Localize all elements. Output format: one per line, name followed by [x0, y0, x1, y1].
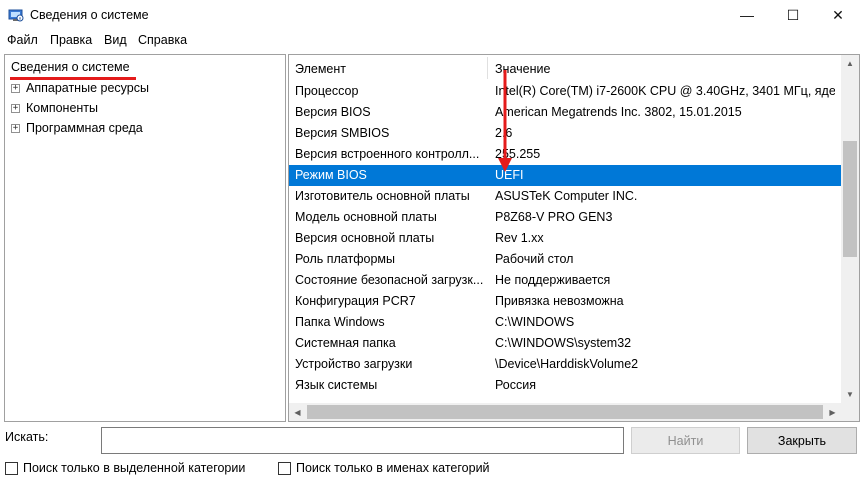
checkbox[interactable] [5, 461, 18, 475]
row-item: Процессор [295, 84, 359, 98]
menu-file[interactable]: Файл [7, 33, 38, 47]
scroll-right-icon[interactable]: ▶ [824, 403, 841, 421]
menu-edit[interactable]: Правка [50, 33, 92, 47]
row-value: ASUSTeK Computer INC. [495, 189, 638, 203]
row-value: Не поддерживается [495, 273, 611, 287]
row-value: Рабочий стол [495, 252, 574, 266]
table-row[interactable]: Роль платформы Рабочий стол [289, 249, 841, 270]
row-item: Роль платформы [295, 252, 395, 266]
vertical-scrollbar[interactable]: ▲ ▼ [841, 55, 859, 403]
table-row[interactable]: Модель основной платы P8Z68-V PRO GEN3 [289, 207, 841, 228]
row-value: C:\WINDOWS\system32 [495, 336, 632, 350]
row-item: Версия BIOS [295, 105, 371, 119]
table-row[interactable]: Папка Windows C:\WINDOWS [289, 312, 841, 333]
row-item: Системная папка [295, 336, 396, 350]
row-value: UEFI [495, 168, 524, 182]
tree-root-system-summary[interactable]: Сведения о системе [11, 60, 130, 74]
row-item: Версия встроенного контролл... [295, 147, 480, 161]
scroll-down-icon[interactable]: ▼ [841, 386, 859, 403]
maximize-button[interactable]: ☐ [770, 0, 816, 30]
row-item: Изготовитель основной платы [295, 189, 470, 203]
row-item: Версия основной платы [295, 231, 435, 245]
table-row[interactable]: Конфигурация PCR7 Привязка невозможна [289, 291, 841, 312]
row-item: Папка Windows [295, 315, 385, 329]
table-row-selected[interactable]: Режим BIOS UEFI [289, 165, 841, 186]
table-row[interactable]: Версия встроенного контролл... 255.255 [289, 144, 841, 165]
row-value: American Megatrends Inc. 3802, 15.01.201… [495, 105, 742, 119]
table-row[interactable]: Изготовитель основной платы ASUSTeK Compu… [289, 186, 841, 207]
table-row[interactable]: Устройство загрузки \Device\HarddiskVolum… [289, 354, 841, 375]
tree-node-label: Программная среда [26, 121, 143, 135]
row-item: Конфигурация PCR7 [295, 294, 416, 308]
table-row[interactable]: Состояние безопасной загрузк... Не поддер… [289, 270, 841, 291]
table-row[interactable]: Язык системы Россия [289, 375, 841, 396]
search-category-names-option[interactable]: Поиск только в именах категорий [278, 460, 490, 476]
tree-node-label: Компоненты [26, 101, 99, 115]
column-header-value[interactable]: Значение [495, 62, 550, 76]
expand-icon[interactable]: + [11, 123, 20, 133]
checkbox[interactable] [278, 461, 291, 475]
search-selected-category-option[interactable]: Поиск только в выделенной категории [5, 460, 245, 476]
row-value: P8Z68-V PRO GEN3 [495, 210, 613, 224]
expand-icon[interactable]: + [11, 83, 20, 93]
menu-view[interactable]: Вид [104, 33, 127, 47]
row-value: Привязка невозможна [495, 294, 624, 308]
search-input[interactable] [101, 427, 624, 454]
row-item: Режим BIOS [295, 168, 367, 182]
column-divider[interactable] [487, 57, 488, 79]
tree-node-components[interactable]: + Компоненты [11, 99, 98, 117]
table-row[interactable]: Процессор Intel(R) Core(TM) i7-2600K CPU … [289, 81, 841, 102]
row-item: Модель основной платы [295, 210, 437, 224]
checkbox-label: Поиск только в именах категорий [296, 461, 490, 475]
list-header: Элемент Значение [289, 55, 841, 81]
scroll-left-icon[interactable]: ◀ [289, 403, 306, 421]
tree-node-hardware-resources[interactable]: + Аппаратные ресурсы [11, 79, 149, 97]
system-info-app-icon [8, 9, 24, 22]
table-row[interactable]: Версия BIOS American Megatrends Inc. 3802… [289, 102, 841, 123]
scrollbar-corner [841, 403, 859, 421]
table-row[interactable]: Системная папка C:\WINDOWS\system32 [289, 333, 841, 354]
row-item: Устройство загрузки [295, 357, 413, 371]
row-value: Intel(R) Core(TM) i7-2600K CPU @ 3.40GHz… [495, 84, 835, 98]
menu-bar: Файл Правка Вид Справка [0, 30, 861, 50]
checkbox-label: Поиск только в выделенной категории [23, 461, 246, 475]
scroll-up-icon[interactable]: ▲ [841, 55, 859, 72]
row-value: Rev 1.xx [495, 231, 544, 245]
horizontal-scroll-thumb[interactable] [307, 405, 823, 419]
row-value: C:\WINDOWS [495, 315, 575, 329]
tree-node-label: Аппаратные ресурсы [26, 81, 149, 95]
title-bar: Сведения о системе — ☐ ✕ [0, 0, 861, 30]
close-window-button[interactable]: ✕ [815, 0, 861, 30]
tree-node-software-environment[interactable]: + Программная среда [11, 119, 143, 137]
menu-help[interactable]: Справка [138, 33, 187, 47]
window-title: Сведения о системе [30, 8, 149, 22]
expand-icon[interactable]: + [11, 103, 20, 113]
row-value: 2.6 [495, 126, 513, 140]
table-row[interactable]: Версия основной платы Rev 1.xx [289, 228, 841, 249]
row-value: \Device\HarddiskVolume2 [495, 357, 639, 371]
column-header-item[interactable]: Элемент [295, 62, 346, 76]
find-button[interactable]: Найти [631, 427, 740, 454]
details-list: Элемент Значение Процессор Intel(R) Core(… [288, 54, 860, 422]
close-search-button[interactable]: Закрыть [747, 427, 857, 454]
minimize-button[interactable]: — [724, 0, 770, 30]
horizontal-scrollbar[interactable]: ◀ ▶ [289, 403, 841, 421]
row-value: Россия [495, 378, 536, 392]
row-item: Версия SMBIOS [295, 126, 390, 140]
search-label: Искать: [5, 430, 49, 444]
table-row[interactable]: Версия SMBIOS 2.6 [289, 123, 841, 144]
row-item: Состояние безопасной загрузк... [295, 273, 483, 287]
vertical-scroll-thumb[interactable] [843, 141, 857, 257]
row-item: Язык системы [295, 378, 378, 392]
row-value: 255.255 [495, 147, 541, 161]
category-tree: Сведения о системе + Аппаратные ресурсы … [4, 54, 286, 422]
